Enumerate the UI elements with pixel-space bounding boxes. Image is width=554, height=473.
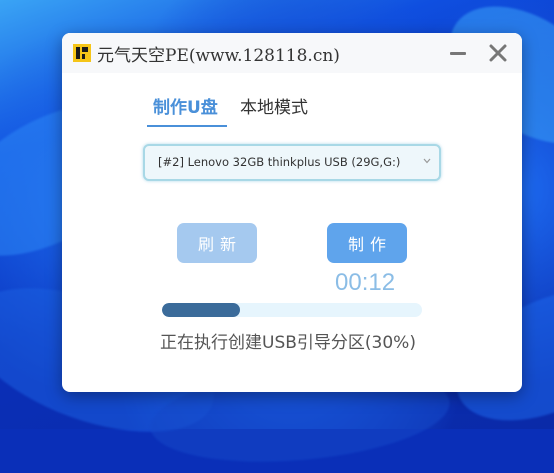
close-icon [489,44,507,62]
window-title: 元气天空PE(www.128118.cn) [97,46,340,66]
tab-local-mode[interactable]: 本地模式 [240,93,308,118]
active-tab-indicator [147,125,227,127]
app-logo-icon [73,44,91,62]
tab-make-usb[interactable]: 制作U盘 [153,93,218,118]
title-bar[interactable]: 元气天空PE(www.128118.cn) [62,33,522,73]
usb-device-select[interactable]: [#2] Lenovo 32GB thinkplus USB (29G,G:) [143,144,441,181]
refresh-button[interactable]: 刷新 [177,223,257,263]
make-button[interactable]: 制作 [327,223,407,263]
chevron-down-icon [423,158,431,164]
progress-bar-fill [162,303,240,317]
minimize-button[interactable] [448,43,468,63]
progress-status-text: 正在执行创建USB引导分区(30%) [160,333,416,353]
progress-bar [162,303,422,317]
minimize-icon [450,52,466,55]
app-window: 元气天空PE(www.128118.cn) 制作U盘 本地模式 [#2] Len… [62,33,522,392]
usb-device-value: [#2] Lenovo 32GB thinkplus USB (29G,G:) [158,155,401,169]
close-button[interactable] [488,43,508,63]
elapsed-timer: 00:12 [335,269,396,296]
